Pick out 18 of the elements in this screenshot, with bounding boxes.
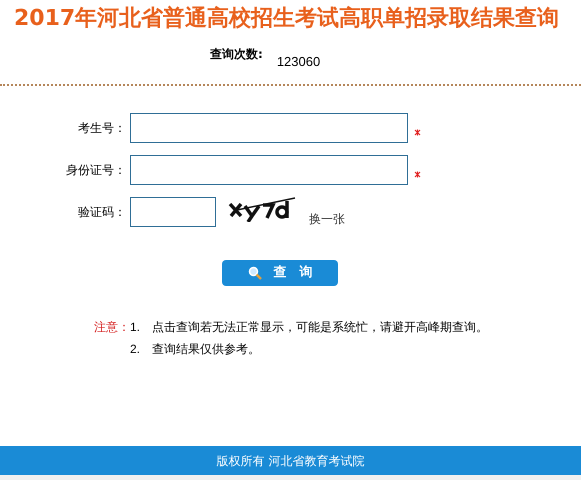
field-label: 身份证号： xyxy=(65,162,127,179)
refresh-captcha-link[interactable]: 换一张 xyxy=(309,210,345,228)
notice-label: 注意： xyxy=(94,319,130,336)
notice-text: 点击查询若无法正常显示，可能是系统忙，请避开高峰期查询。 xyxy=(152,319,488,336)
input-field[interactable] xyxy=(130,113,408,143)
field-label: 考生号： xyxy=(77,120,127,137)
input-field[interactable] xyxy=(130,155,408,185)
search-button[interactable]: 查 询 xyxy=(222,260,338,286)
list-number: 2. xyxy=(130,341,142,358)
notice-text: 查询结果仅供参考。 xyxy=(152,341,260,358)
query-count-value: 123060 xyxy=(276,54,320,70)
field-label: 验证码： xyxy=(77,204,127,221)
footer-text: 版权所有 河北省教育考试院 xyxy=(216,452,364,470)
captcha-input[interactable] xyxy=(130,197,216,227)
list-number: 1. xyxy=(130,319,142,336)
search-icon xyxy=(248,266,262,280)
page-title: 2017年河北省普通高校招生考试高职单招录取结果查询 xyxy=(14,4,560,33)
query-count-label: 查询次数: xyxy=(210,46,263,62)
